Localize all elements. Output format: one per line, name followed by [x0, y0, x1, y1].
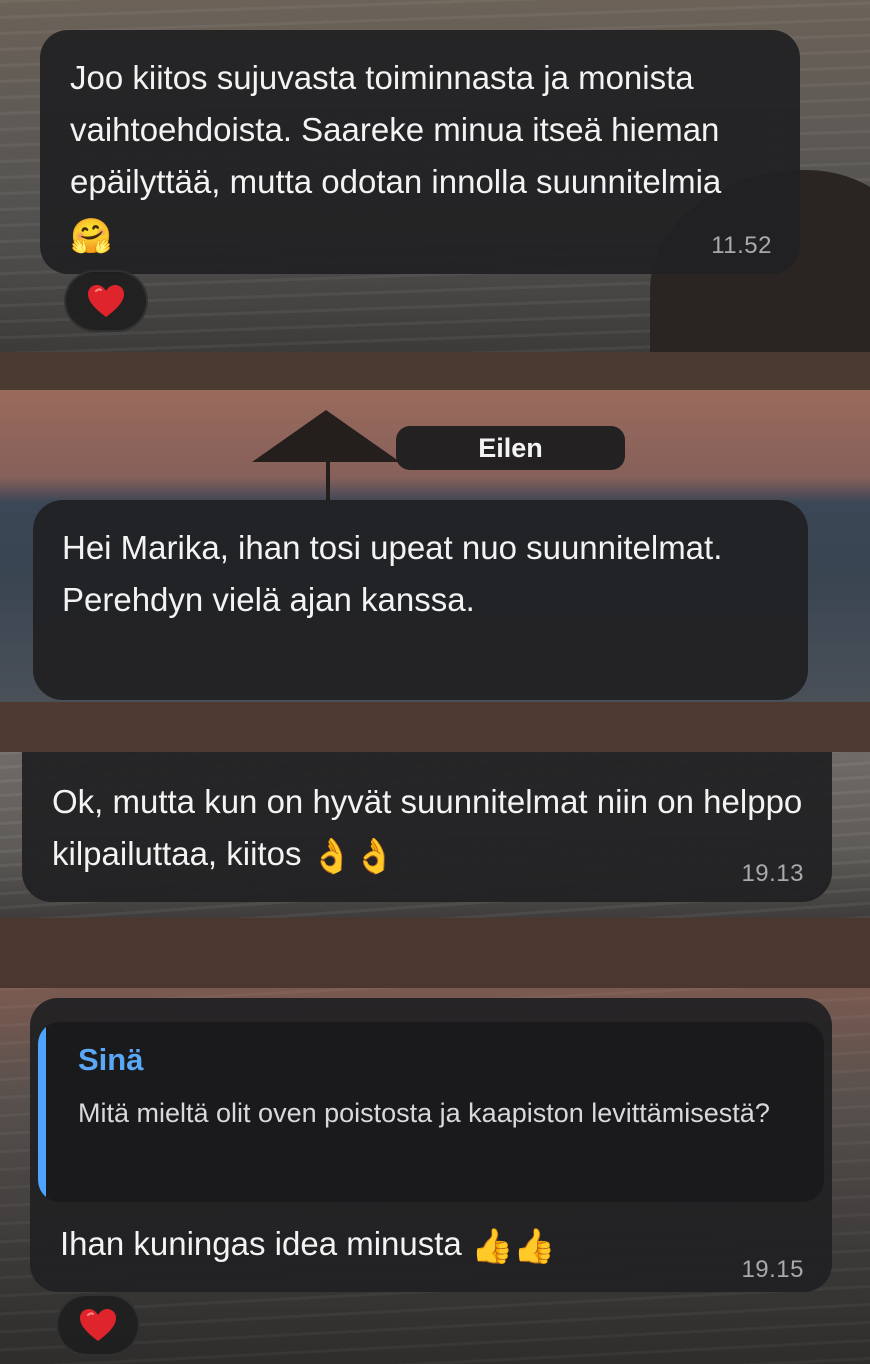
message-text: Joo kiitos sujuvasta toiminnasta ja moni… [70, 59, 729, 256]
quote-author: Sinä [78, 1042, 144, 1077]
message-text: Ihan kuningas idea minusta 👍👍 [60, 1225, 556, 1266]
message-bubble[interactable]: Joo kiitos sujuvasta toiminnasta ja moni… [40, 30, 800, 274]
thumbs-up-emoji: 👍👍 [470, 1227, 556, 1266]
background-umbrella [252, 410, 400, 462]
message-text: Hei Marika, ihan tosi upeat nuo suunnite… [62, 529, 732, 618]
heart-icon [80, 1309, 116, 1341]
date-separator: Eilen [396, 426, 625, 470]
panel-divider [0, 352, 870, 390]
message-text: Ok, mutta kun on hyvät suunnitelmat niin… [52, 783, 812, 876]
reaction-badge[interactable] [64, 270, 148, 332]
reaction-badge[interactable] [56, 1294, 140, 1356]
message-bubble[interactable]: Hei Marika, ihan tosi upeat nuo suunnite… [33, 500, 808, 700]
panel-divider [0, 918, 870, 988]
panel-divider [0, 702, 870, 752]
background-umbrella-pole [326, 456, 330, 500]
reply-message-bubble[interactable]: Sinä Mitä mieltä olit oven poistosta ja … [30, 998, 832, 1292]
message-timestamp: 19.13 [741, 860, 804, 887]
hugging-face-emoji: 🤗 [70, 217, 113, 256]
quote-accent-bar [38, 1022, 46, 1202]
quote-text: Mitä mieltä olit oven poistosta ja kaapi… [78, 1098, 770, 1128]
heart-icon [88, 285, 124, 317]
message-timestamp: 19.15 [741, 1256, 804, 1283]
message-timestamp: 11.52 [711, 232, 772, 259]
ok-hand-emoji: 👌👌 [310, 837, 396, 876]
quoted-message[interactable]: Sinä Mitä mieltä olit oven poistosta ja … [38, 1022, 824, 1202]
message-bubble[interactable]: Ok, mutta kun on hyvät suunnitelmat niin… [22, 752, 832, 902]
